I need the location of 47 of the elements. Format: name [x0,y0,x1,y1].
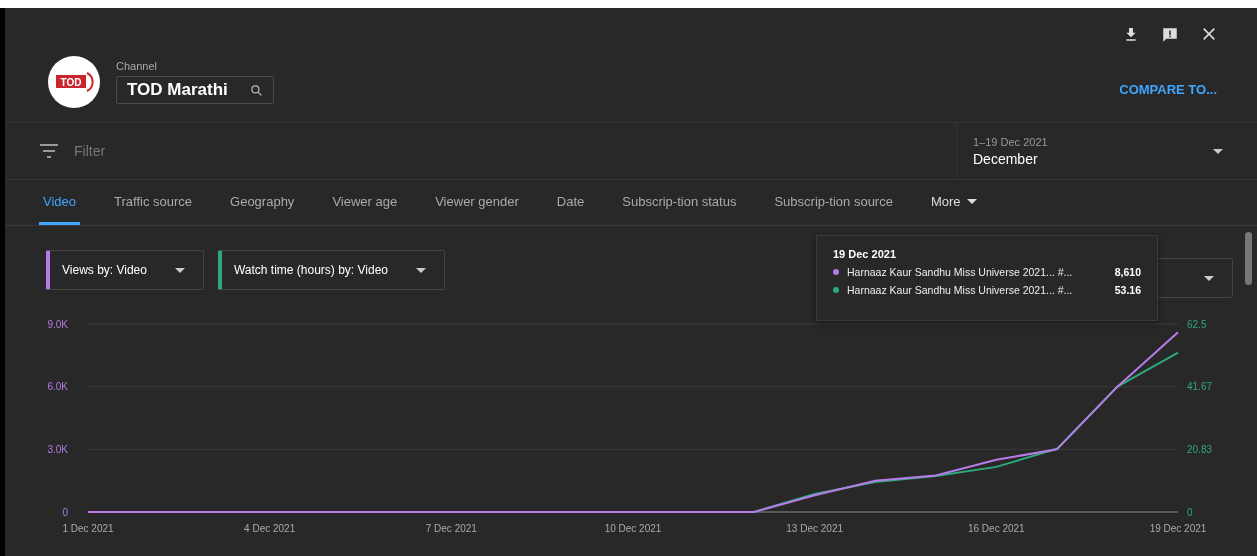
axis-label: 4 Dec 2021 [244,523,296,534]
axis-label: 7 Dec 2021 [425,523,477,534]
feedback-icon[interactable] [1161,26,1179,44]
tab[interactable]: Viewer gender [431,180,523,225]
caret-icon [416,267,426,273]
filter-icon [40,144,58,158]
tab[interactable]: Traffic source [110,180,197,225]
tab[interactable]: Subscrip-tion source [770,180,897,225]
tab[interactable]: Subscrip-tion status [618,180,741,225]
axis-label: 0 [1187,506,1193,518]
tab[interactable]: Viewer age [328,180,402,225]
axis-label: 3.0K [47,443,68,455]
tab[interactable]: Date [552,180,589,225]
axis-label: 0 [62,506,68,518]
caret-icon [174,267,185,273]
caret-icon [1213,148,1223,154]
tooltip-label: Harnaaz Kaur Sandhu Miss Universe 2021... #... [847,284,1073,296]
tooltip-date: 19 Dec 2021 [833,248,897,260]
metric-dropdown[interactable]: Watch time (hours) by: Video [217,250,445,290]
tab[interactable]: Video [39,180,80,225]
download-icon[interactable] [1123,26,1139,44]
date-range-selector[interactable]: 1–19 Dec 2021 December [956,123,1257,179]
axis-label: 20.83 [1187,443,1213,455]
scrollbar[interactable] [1245,232,1252,285]
axis-label: 10 Dec 2021 [604,523,662,534]
tooltip-value: 53.16 [1114,284,1141,296]
filter-field[interactable]: Filter [72,142,376,160]
axis-label: 41.67 [1187,381,1213,393]
axis-label: 9.0K [47,318,68,330]
axis-label: 19 Dec 2021 [1149,523,1207,534]
tooltip-label: Harnaaz Kaur Sandhu Miss Universe 2021... #... [847,266,1073,278]
caret-icon [1204,275,1214,281]
channel-search-field[interactable]: TOD Marathi [116,76,274,104]
caret-icon [966,198,977,204]
tab[interactable]: More [926,180,981,225]
tooltip-value: 8,610 [1114,266,1141,278]
channel-logo: TOD [48,56,100,108]
axis-label: 6.0K [47,381,68,393]
axis-label: 16 Dec 2021 [967,523,1025,534]
compare-link[interactable]: COMPARE TO... [1119,82,1217,97]
channel-label: Channel [116,60,158,72]
tab[interactable]: Geography [226,180,299,225]
axis-label: 62.5 [1187,318,1207,330]
axis-label: 1 Dec 2021 [62,523,114,534]
metric-dropdown[interactable]: Views by: Video [46,250,204,290]
search-icon [249,83,263,97]
axis-label: 13 Dec 2021 [786,523,844,534]
